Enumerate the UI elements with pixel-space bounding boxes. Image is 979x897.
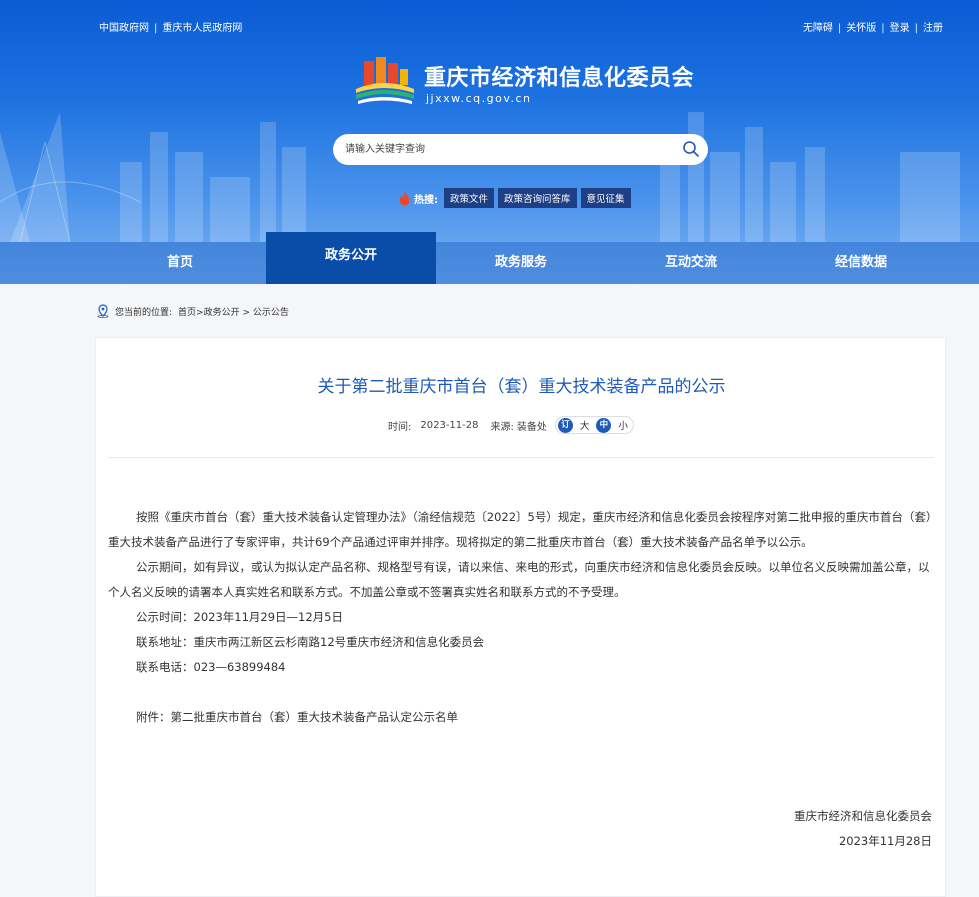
- site-header: 中国政府网 | 重庆市人民政府网 无障碍 | 关怀版 | 登录 | 注册 重庆市经济和信息化委员…: [0, 0, 979, 284]
- search-icon[interactable]: [682, 140, 700, 158]
- site-title[interactable]: 重庆市经济和信息化委员会: [424, 60, 694, 92]
- font-size-large[interactable]: 大: [580, 418, 590, 432]
- signature-date: 2023年11月28日: [838, 834, 932, 848]
- site-url: jjxxw.cq.gov.cn: [426, 92, 532, 105]
- source-label: 来源:: [490, 421, 514, 433]
- article-title: 关于第二批重庆市首台（套）重大技术装备产品的公示: [317, 377, 726, 397]
- search-box: [333, 134, 708, 165]
- article-card: 关于第二批重庆市首台（套）重大技术装备产品的公示 时间: 2023-11-28 …: [95, 337, 946, 897]
- time-value: 2023-11-28: [420, 419, 479, 431]
- hot-tag-solicitation[interactable]: 意见征集: [580, 188, 631, 208]
- nav-government-affairs[interactable]: 政务公开: [266, 232, 436, 284]
- font-size-controls: 订 大 中 小: [554, 416, 634, 434]
- search-input[interactable]: [345, 140, 675, 159]
- breadcrumb-prefix: 您当前的位置:: [115, 307, 173, 318]
- attachment-link[interactable]: 附件：第二批重庆市首台（套）重大技术装备产品认定公示名单: [108, 705, 934, 730]
- nav-economic-data[interactable]: 经信数据: [776, 242, 946, 284]
- hot-search-bar: 热搜: 政策文件 政策咨询问答库 意见征集: [398, 188, 635, 208]
- breadcrumb-path[interactable]: 首页>政务公开 > 公示公告: [178, 305, 289, 318]
- signature-org: 重庆市经济和信息化委员会: [794, 809, 932, 823]
- link-china-gov[interactable]: 中国政府网: [99, 23, 149, 34]
- nav-home[interactable]: 首页: [95, 242, 265, 284]
- location-icon: [97, 304, 109, 318]
- signature: 重庆市经济和信息化委员会 2023年11月28日: [794, 804, 932, 854]
- link-login[interactable]: 登录: [890, 23, 910, 34]
- article-body: 按照《重庆市首台（套）重大技术装备认定管理办法》（渝经信规范〔2022〕5号）规…: [108, 505, 934, 730]
- nav-interaction[interactable]: 互动交流: [606, 242, 776, 284]
- top-bar: 中国政府网 | 重庆市人民政府网 无障碍 | 关怀版 | 登录 | 注册: [0, 0, 979, 50]
- nav-services[interactable]: 政务服务: [436, 242, 606, 284]
- link-accessibility[interactable]: 无障碍: [803, 23, 833, 34]
- main-nav: 首页 政务公开 政务服务 互动交流 经信数据: [0, 232, 979, 284]
- paragraph: 联系地址：重庆市两江新区云杉南路12号重庆市经济和信息化委员会: [136, 635, 485, 649]
- link-care-mode[interactable]: 关怀版: [846, 23, 876, 34]
- font-size-small[interactable]: 小: [618, 418, 628, 432]
- hot-tag-policy-files[interactable]: 政策文件: [444, 188, 495, 208]
- top-links-right: 无障碍 | 关怀版 | 登录 | 注册: [802, 23, 943, 34]
- paragraph: 公示期间，如有异议，或认为拟认定产品名称、规格型号有误，请以来信、来电的形式，向…: [108, 560, 930, 599]
- time-label: 时间:: [388, 421, 412, 433]
- breadcrumb: 您当前的位置: 首页>政务公开 > 公示公告: [96, 304, 289, 318]
- hot-search-label: 热搜:: [414, 194, 438, 206]
- flame-icon: [399, 191, 410, 205]
- subscribe-button[interactable]: 订: [557, 417, 573, 433]
- top-links-left: 中国政府网 | 重庆市人民政府网: [99, 23, 243, 34]
- city-skyline-illustration: [0, 112, 960, 242]
- title-divider: [108, 457, 934, 458]
- article-meta: 时间: 2023-11-28 来源: 装备处 订 大 中 小: [388, 416, 634, 434]
- paragraph: 按照《重庆市首台（套）重大技术装备认定管理办法》（渝经信规范〔2022〕5号）规…: [108, 510, 932, 549]
- link-chongqing-gov[interactable]: 重庆市人民政府网: [162, 23, 242, 34]
- hot-tag-policy-qa[interactable]: 政策咨询问答库: [498, 188, 577, 208]
- paragraph: 公示时间：2023年11月29日—12月5日: [136, 610, 343, 624]
- paragraph: 联系电话：023—63899484: [136, 660, 286, 674]
- link-register[interactable]: 注册: [923, 23, 943, 34]
- site-logo-icon[interactable]: [352, 55, 416, 105]
- font-size-medium[interactable]: 中: [596, 417, 612, 433]
- source-value: 装备处: [516, 421, 547, 433]
